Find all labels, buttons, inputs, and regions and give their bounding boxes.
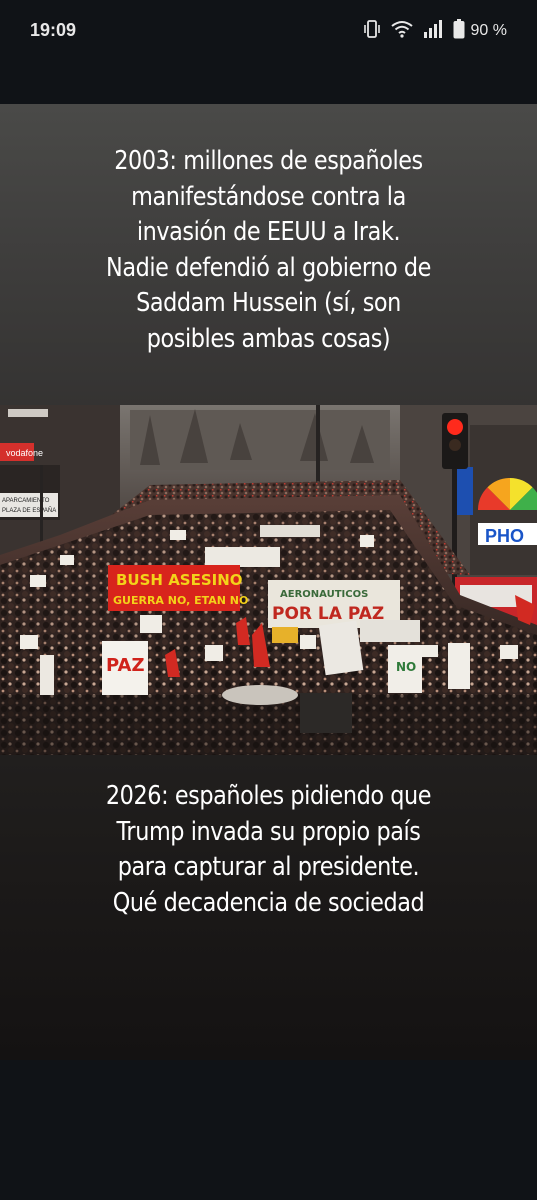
banner-bush-line1: BUSH ASESINO: [116, 571, 243, 589]
battery-percent: 90 %: [470, 22, 507, 39]
vibrate-icon: [363, 19, 381, 44]
status-icons: 90 %: [363, 18, 507, 44]
sign-paz: PAZ: [106, 655, 145, 676]
phone-screen: 19:09 90 % 2003: millones de españoles m…: [0, 0, 537, 1200]
caption-top: 2003: millones de españoles manifestándo…: [106, 146, 431, 354]
protest-photo: vodafone APARCAMIENTO PLAZA DE ESPAÑA PH…: [0, 405, 537, 755]
banner-bush-line2: GUERRA NO, ETAN NO: [113, 594, 248, 607]
battery-icon: [453, 18, 465, 44]
storefront-sign: PHO: [485, 526, 524, 546]
wifi-icon: [390, 20, 413, 43]
banner-paz-line1: AERONAUTICOS: [280, 589, 368, 600]
story-card[interactable]: 2003: millones de españoles manifestándo…: [0, 104, 537, 1060]
status-time: 19:09: [30, 20, 77, 40]
signal-icon: [423, 19, 443, 43]
sign-no: NO: [396, 660, 416, 674]
caption-bottom: 2026: españoles pidiendo que Trump invad…: [105, 781, 432, 918]
shop-sign: vodafone: [6, 448, 43, 458]
status-bar: 19:09 90 %: [0, 0, 537, 64]
parking-sign-line2: PLAZA DE ESPAÑA: [2, 507, 56, 514]
